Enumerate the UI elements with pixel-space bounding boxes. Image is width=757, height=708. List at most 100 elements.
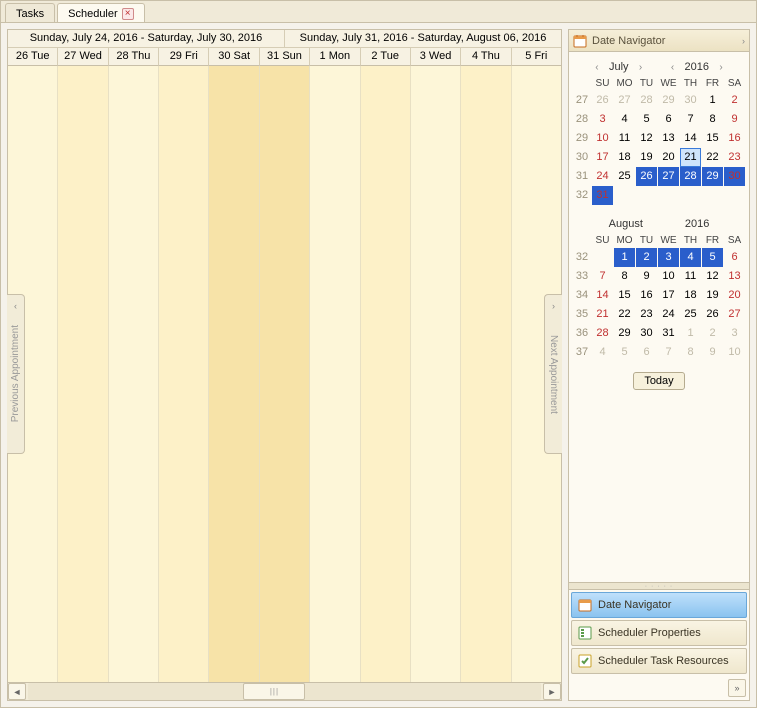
- day-header[interactable]: 4 Thu: [461, 48, 511, 66]
- calendar-day[interactable]: 15: [614, 286, 635, 305]
- calendar-day[interactable]: 25: [680, 305, 701, 324]
- calendar-day[interactable]: 4: [614, 110, 635, 129]
- accordion-item-scheduler-properties[interactable]: Scheduler Properties: [571, 620, 747, 646]
- calendar-day[interactable]: 17: [592, 148, 613, 167]
- calendar-day[interactable]: 16: [724, 129, 745, 148]
- calendar-day[interactable]: 9: [702, 343, 723, 362]
- calendar-day[interactable]: 2: [724, 91, 745, 110]
- calendar-day[interactable]: 19: [636, 148, 657, 167]
- calendar-day[interactable]: 30: [636, 324, 657, 343]
- calendar-day[interactable]: [724, 186, 745, 205]
- calendar-day[interactable]: 13: [658, 129, 679, 148]
- scroll-right-button[interactable]: ►: [543, 683, 561, 700]
- calendar-day[interactable]: 30: [680, 91, 701, 110]
- accordion-item-date-navigator[interactable]: Date Navigator: [571, 592, 747, 618]
- calendar-day[interactable]: 12: [636, 129, 657, 148]
- tab-tasks[interactable]: Tasks: [5, 3, 55, 22]
- calendar-day[interactable]: [702, 186, 723, 205]
- tab-scheduler[interactable]: Scheduler ×: [57, 3, 145, 22]
- calendar-day[interactable]: 20: [724, 286, 745, 305]
- calendar-day[interactable]: 10: [592, 129, 613, 148]
- calendar-day[interactable]: 20: [658, 148, 679, 167]
- calendar-day[interactable]: 4: [680, 248, 701, 267]
- day-header[interactable]: 2 Tue: [361, 48, 411, 66]
- calendar-day[interactable]: [614, 186, 635, 205]
- scroll-thumb[interactable]: |||: [243, 683, 305, 700]
- calendar-day[interactable]: 19: [702, 286, 723, 305]
- calendar-day[interactable]: 4: [592, 343, 613, 362]
- expand-button[interactable]: »: [728, 679, 746, 697]
- calendar-day[interactable]: 9: [724, 110, 745, 129]
- scheduler-grid[interactable]: ‹ Previous Appointment › Next Appointmen…: [8, 66, 561, 682]
- calendar-day[interactable]: 2: [702, 324, 723, 343]
- day-header[interactable]: 30 Sat: [209, 48, 259, 66]
- calendar-day[interactable]: 25: [614, 167, 635, 186]
- calendar-day[interactable]: 15: [702, 129, 723, 148]
- calendar-day[interactable]: 1: [614, 248, 635, 267]
- calendar-day[interactable]: 31: [592, 186, 613, 205]
- previous-appointment-button[interactable]: ‹ Previous Appointment: [7, 294, 25, 454]
- calendar-day[interactable]: 5: [614, 343, 635, 362]
- calendar-day[interactable]: 5: [636, 110, 657, 129]
- calendar-day[interactable]: 26: [702, 305, 723, 324]
- day-header[interactable]: 31 Sun: [260, 48, 310, 66]
- scroll-track[interactable]: |||: [28, 683, 541, 700]
- calendar-day[interactable]: 29: [702, 167, 723, 186]
- chevron-right-icon[interactable]: ›: [742, 36, 745, 46]
- calendar-day[interactable]: 28: [680, 167, 701, 186]
- calendar-day[interactable]: 12: [702, 267, 723, 286]
- calendar-day[interactable]: 11: [680, 267, 701, 286]
- calendar-day[interactable]: 7: [658, 343, 679, 362]
- close-icon[interactable]: ×: [122, 8, 134, 20]
- calendar-day[interactable]: 10: [724, 343, 745, 362]
- day-header[interactable]: 28 Thu: [109, 48, 159, 66]
- calendar-day[interactable]: 23: [636, 305, 657, 324]
- calendar-day[interactable]: 24: [592, 167, 613, 186]
- calendar-day[interactable]: 27: [658, 167, 679, 186]
- day-header[interactable]: 3 Wed: [411, 48, 461, 66]
- calendar-day[interactable]: 31: [658, 324, 679, 343]
- day-header[interactable]: 5 Fri: [512, 48, 561, 66]
- calendar-day[interactable]: 6: [724, 248, 745, 267]
- calendar-day[interactable]: 3: [658, 248, 679, 267]
- calendar-day[interactable]: 22: [614, 305, 635, 324]
- calendar-day[interactable]: 18: [680, 286, 701, 305]
- resize-gripper[interactable]: · · · · ·: [569, 582, 749, 590]
- calendar-day[interactable]: 14: [680, 129, 701, 148]
- calendar-day[interactable]: 17: [658, 286, 679, 305]
- calendar-day[interactable]: 5: [702, 248, 723, 267]
- calendar-day[interactable]: 3: [592, 110, 613, 129]
- today-button[interactable]: Today: [633, 372, 684, 390]
- calendar-day[interactable]: 24: [658, 305, 679, 324]
- calendar-day[interactable]: 21: [680, 148, 701, 167]
- calendar-day[interactable]: 29: [614, 324, 635, 343]
- calendar-day[interactable]: 1: [702, 91, 723, 110]
- next-year-button[interactable]: ›: [715, 62, 727, 73]
- calendar-day[interactable]: 26: [636, 167, 657, 186]
- calendar-day[interactable]: 8: [702, 110, 723, 129]
- day-header[interactable]: 26 Tue: [8, 48, 58, 66]
- accordion-item-scheduler-task-resources[interactable]: Scheduler Task Resources: [571, 648, 747, 674]
- calendar-day[interactable]: 8: [680, 343, 701, 362]
- calendar-day[interactable]: 3: [724, 324, 745, 343]
- calendar-day[interactable]: 2: [636, 248, 657, 267]
- day-header[interactable]: 29 Fri: [159, 48, 209, 66]
- calendar-day[interactable]: 28: [636, 91, 657, 110]
- calendar-day[interactable]: 1: [680, 324, 701, 343]
- scroll-left-button[interactable]: ◄: [8, 683, 26, 700]
- calendar-day[interactable]: 16: [636, 286, 657, 305]
- calendar-day[interactable]: 6: [658, 110, 679, 129]
- prev-month-button[interactable]: ‹: [591, 62, 603, 73]
- prev-year-button[interactable]: ‹: [667, 62, 679, 73]
- calendar-day[interactable]: [658, 186, 679, 205]
- calendar-day[interactable]: 8: [614, 267, 635, 286]
- calendar-day[interactable]: [680, 186, 701, 205]
- calendar-day[interactable]: [592, 248, 613, 267]
- week-header[interactable]: Sunday, July 31, 2016 - Saturday, August…: [285, 30, 561, 48]
- day-header[interactable]: 1 Mon: [310, 48, 360, 66]
- calendar-day[interactable]: 22: [702, 148, 723, 167]
- calendar-day[interactable]: 29: [658, 91, 679, 110]
- calendar-day[interactable]: 27: [614, 91, 635, 110]
- next-appointment-button[interactable]: › Next Appointment: [544, 294, 562, 454]
- calendar-day[interactable]: 7: [680, 110, 701, 129]
